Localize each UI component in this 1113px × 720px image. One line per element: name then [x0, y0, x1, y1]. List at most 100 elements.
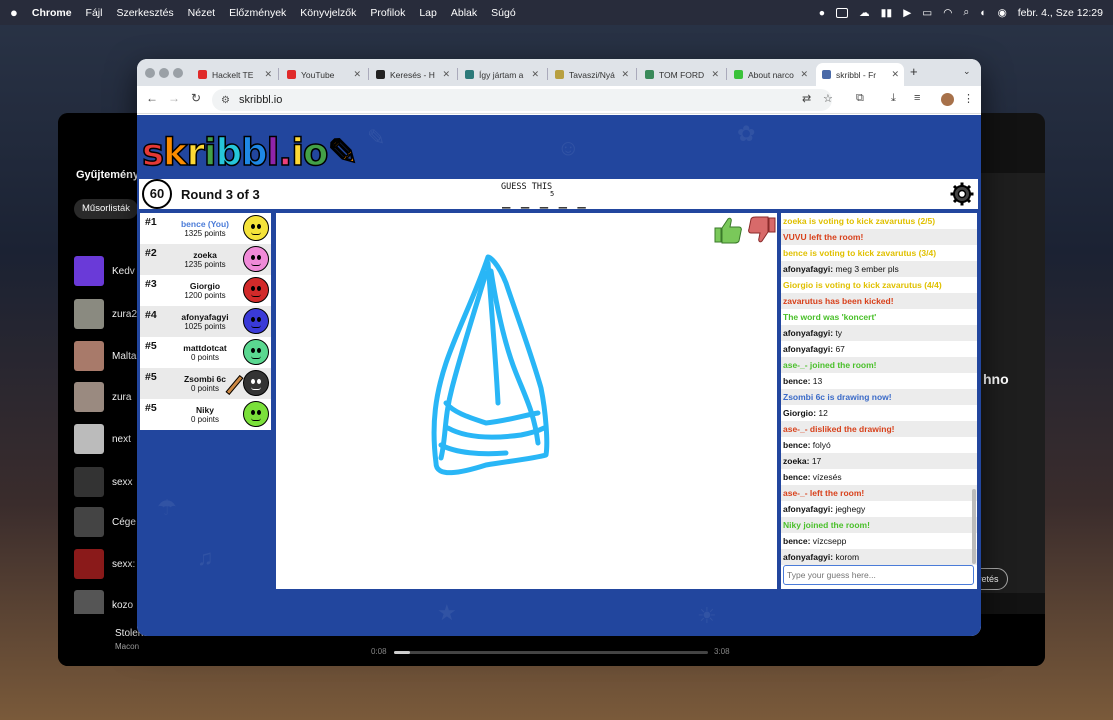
library-item[interactable]: Kedv [74, 256, 138, 286]
chat-scrollbar[interactable] [972, 489, 976, 564]
player-rank: #5 [145, 402, 157, 414]
tab-about-narco[interactable]: About narco ✕ [728, 63, 813, 86]
bars-icon[interactable]: ▮▮ [881, 7, 893, 19]
extensions-icon[interactable]: ⧉ [856, 92, 864, 105]
tab-search-chevron-icon[interactable]: ⌄ [963, 66, 971, 77]
menu-edit[interactable]: Szerkesztés [116, 7, 173, 19]
library-item[interactable]: sexx: [74, 549, 138, 579]
wifi-icon[interactable]: ◠ [943, 7, 952, 19]
screen-mirroring-icon[interactable] [836, 7, 849, 18]
background-doodle-icon: ✿ [737, 121, 756, 146]
chat-text: 13 [810, 376, 823, 386]
close-tab-icon[interactable]: ✕ [891, 69, 899, 80]
library-item[interactable]: zura [74, 382, 138, 412]
menu-tab[interactable]: Lap [419, 7, 437, 19]
control-center-icon[interactable]: ◐ [980, 7, 986, 19]
round-indicator: Round 3 of 3 [181, 187, 260, 202]
playlist-thumb [74, 424, 104, 454]
guess-input[interactable] [783, 565, 974, 585]
minimize-window-button[interactable] [159, 68, 169, 78]
player-row[interactable]: #3 Giorgio 1200 points [140, 275, 271, 306]
player-name: Niky [196, 405, 214, 415]
track-artist[interactable]: Macon [115, 642, 139, 651]
profile-avatar[interactable] [941, 93, 954, 106]
settings-gear-icon[interactable] [950, 182, 974, 206]
play-icon[interactable]: ▶ [903, 7, 911, 19]
player-name: Giorgio [189, 281, 221, 291]
player-row[interactable]: #2 zoeka 1235 points [140, 244, 271, 275]
menu-file[interactable]: Fájl [86, 7, 103, 19]
drawing-canvas[interactable] [276, 213, 777, 589]
library-item[interactable]: Malta [74, 341, 138, 371]
tab-youtube[interactable]: YouTube ✕ [281, 63, 366, 86]
apple-icon[interactable]: ● [10, 5, 18, 20]
close-tab-icon[interactable]: ✕ [621, 69, 629, 80]
tab-tom-ford[interactable]: TOM FORD ✕ [639, 63, 724, 86]
menu-bookmarks[interactable]: Könyvjelzők [300, 7, 356, 19]
background-doodle-icon: ★ [437, 600, 457, 625]
battery-icon[interactable]: ▭ [922, 7, 932, 19]
menu-app-name[interactable]: Chrome [32, 7, 72, 19]
player-row[interactable]: #5 Zsombi 6c 0 points [140, 368, 271, 399]
playlist-thumb [74, 299, 104, 329]
tab-igy-jartam[interactable]: Így jártam a ✕ [459, 63, 544, 86]
menu-profiles[interactable]: Profilok [370, 7, 405, 19]
zoom-window-button[interactable] [173, 68, 183, 78]
tab-tavaszi[interactable]: Tavaszi/Nyá ✕ [549, 63, 634, 86]
tab-label: Így jártam a [479, 69, 524, 80]
progress-bar[interactable] [394, 651, 708, 654]
reload-icon[interactable]: ↻ [191, 91, 201, 105]
chat-message: zavarutus has been kicked! [781, 293, 977, 309]
player-row[interactable]: #5 Niky 0 points [140, 399, 271, 430]
cloud-icon[interactable]: ☁ [859, 7, 870, 19]
player-avatar [243, 339, 269, 365]
close-window-button[interactable] [145, 68, 155, 78]
thumbs-up-icon[interactable] [714, 217, 742, 244]
search-icon[interactable]: ⌕ [963, 6, 969, 19]
back-arrow-icon[interactable]: ← [146, 91, 158, 105]
site-info-icon[interactable]: ⚙ [221, 95, 230, 106]
menu-view[interactable]: Nézet [188, 7, 215, 19]
playlists-filter-pill[interactable]: Műsorlisták [74, 199, 139, 219]
close-tab-icon[interactable]: ✕ [442, 69, 450, 80]
clock-datetime[interactable]: febr. 4., Sze 12:29 [1018, 7, 1103, 19]
player-row[interactable]: #5 mattdotcat 0 points [140, 337, 271, 368]
tab-strip: Hackelt TE ✕ YouTube ✕ Keresés - H ✕ Így já… [137, 59, 981, 86]
chat-text: vízesés [810, 472, 842, 482]
tab-search[interactable]: Keresés - H ✕ [370, 63, 455, 86]
library-item[interactable]: sexx [74, 467, 138, 497]
download-icon[interactable]: ⤓ [891, 92, 896, 105]
bookmark-star-icon[interactable]: ☆ [823, 92, 833, 105]
thumbs-down-icon[interactable] [748, 216, 776, 243]
tab-skribbl[interactable]: skribbl - Fr ✕ [816, 63, 904, 86]
menu-help[interactable]: Súgó [491, 7, 516, 19]
library-item[interactable]: next [74, 424, 138, 454]
more-menu-icon[interactable]: ⋮ [963, 92, 974, 105]
forward-arrow-icon[interactable]: → [168, 91, 180, 105]
close-tab-icon[interactable]: ✕ [353, 69, 361, 80]
address-bar[interactable]: ⚙ skribbl.io [212, 89, 832, 111]
chat-log[interactable]: zoeka is voting to kick zavarutus (2/5) … [781, 213, 977, 565]
close-tab-icon[interactable]: ✕ [264, 69, 272, 80]
library-item[interactable]: Cége [74, 507, 138, 537]
tab-hackelt[interactable]: Hackelt TE ✕ [192, 63, 277, 86]
library-item[interactable]: zura2 [74, 299, 138, 329]
tab-label: YouTube [301, 69, 335, 80]
status-dot-icon[interactable]: ● [819, 7, 825, 19]
close-tab-icon[interactable]: ✕ [800, 69, 808, 80]
chat-message: afonyafagyi: meg 3 ember pls [781, 261, 977, 277]
close-tab-icon[interactable]: ✕ [711, 69, 719, 80]
close-tab-icon[interactable]: ✕ [531, 69, 539, 80]
chat-user: afonyafagyi: [783, 264, 834, 274]
siri-icon[interactable]: ◉ [998, 7, 1007, 19]
chat-message: bence: vízesés [781, 469, 977, 485]
player-row[interactable]: #1 bence (You) 1325 points [140, 213, 271, 244]
player-row[interactable]: #4 afonyafagyi 1025 points [140, 306, 271, 337]
menu-history[interactable]: Előzmények [229, 7, 286, 19]
menu-window[interactable]: Ablak [451, 7, 477, 19]
skribbl-logo[interactable]: skribbl.io✎ [141, 130, 359, 175]
translate-icon[interactable]: ⇄ [802, 92, 811, 105]
reading-list-icon[interactable]: ≡ [914, 92, 920, 104]
new-tab-button[interactable]: + [910, 64, 918, 79]
chat-text: 67 [833, 344, 845, 354]
